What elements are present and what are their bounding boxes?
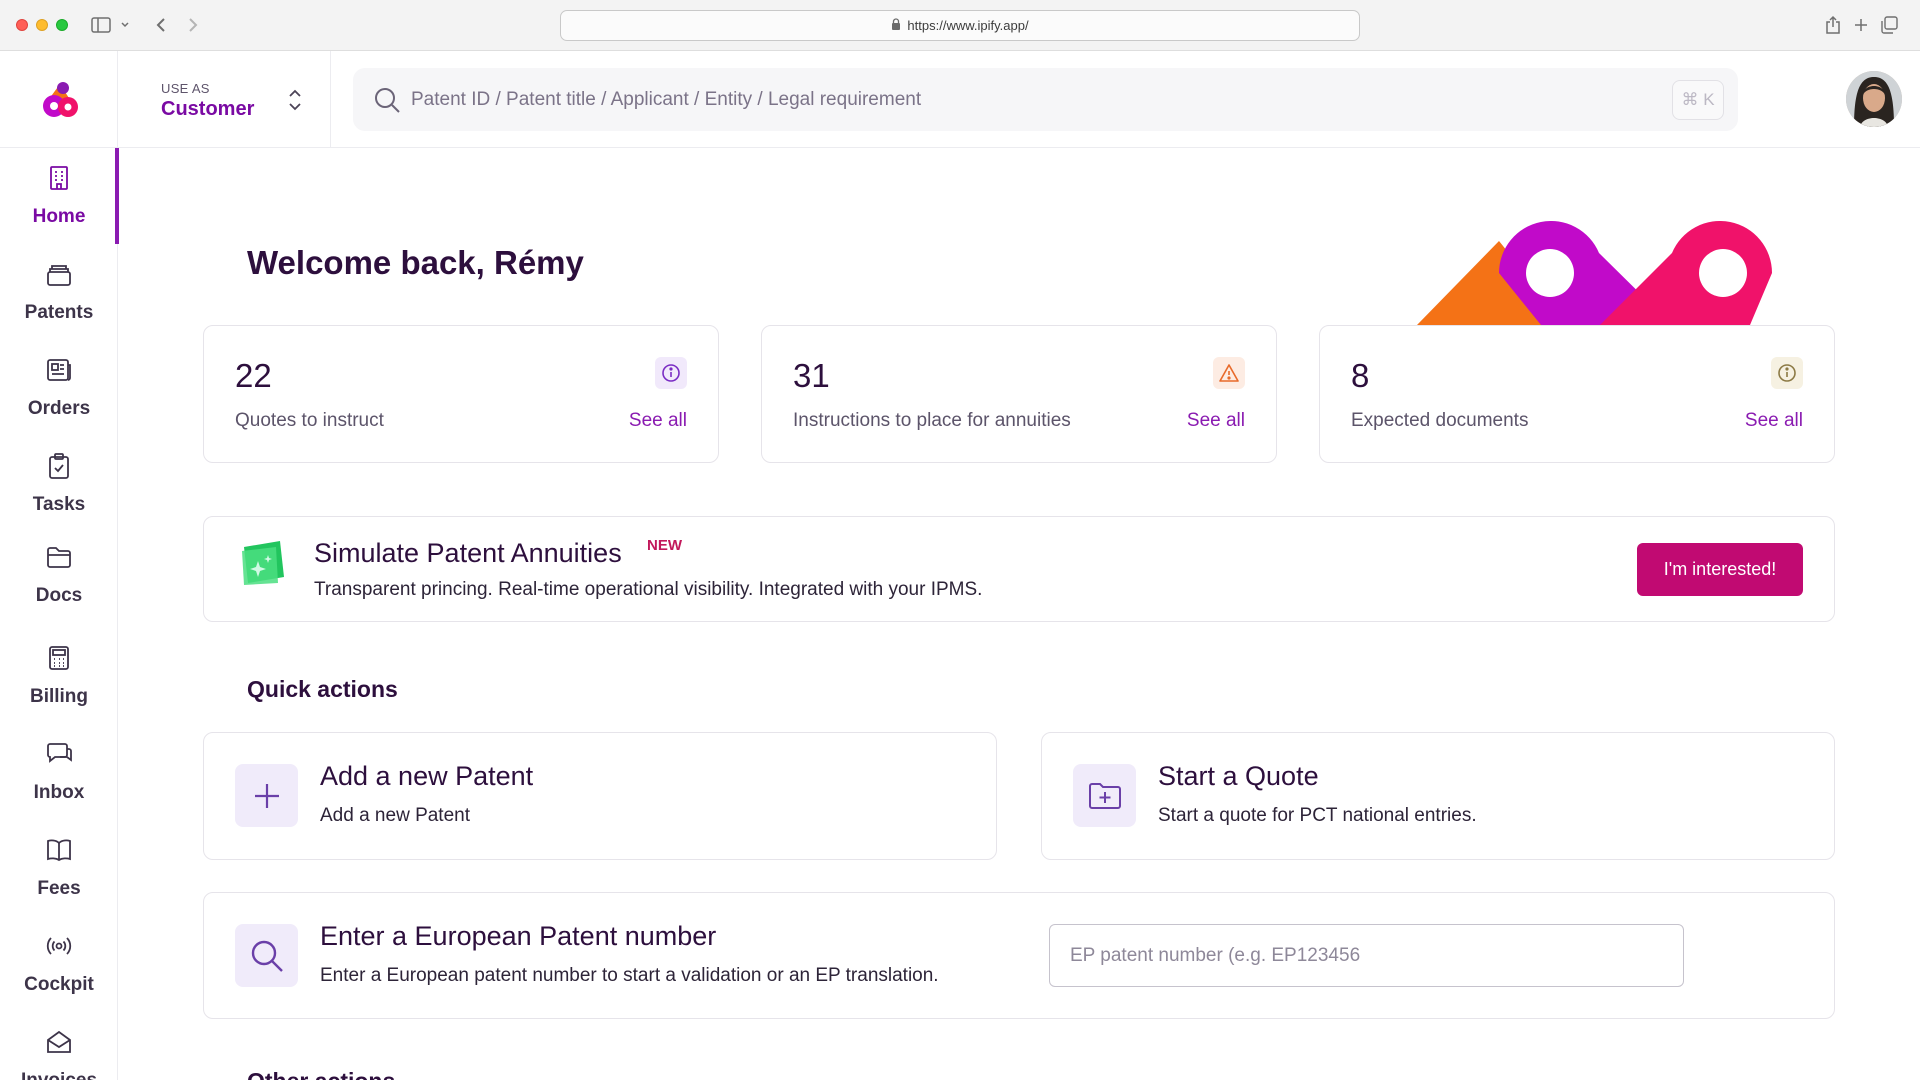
user-avatar-icon [1846, 71, 1902, 127]
promo-banner: Simulate Patent Annuities NEW Transparen… [203, 516, 1835, 622]
browser-chrome: https://www.ipify.app/ [0, 0, 1920, 51]
sidebar-item-label: Orders [27, 398, 91, 419]
brand-decoration [1417, 221, 1772, 325]
see-all-link[interactable]: See all [1187, 410, 1245, 432]
logo[interactable] [0, 51, 118, 148]
info-icon [1771, 357, 1803, 389]
start-quote-card[interactable]: Start a Quote Start a quote for PCT nati… [1041, 732, 1835, 860]
avatar[interactable] [1846, 71, 1902, 127]
sidebar-toggle-icon[interactable] [90, 14, 112, 36]
action-subtitle: Add a new Patent [320, 805, 470, 826]
sidebar-item-home[interactable]: Home [0, 148, 119, 244]
maximize-window-button[interactable] [56, 19, 68, 31]
sidebar-item-label: Fees [37, 878, 81, 899]
sidebar-item-invoices[interactable]: Invoices [0, 1012, 118, 1080]
use-as-value: Customer [161, 98, 255, 120]
broadcast-icon [45, 932, 73, 966]
stat-label: Expected documents [1351, 410, 1529, 431]
info-icon [655, 357, 687, 389]
brand-logo-icon [43, 82, 78, 117]
use-as-switcher[interactable]: USE AS Customer [118, 51, 331, 148]
mail-open-icon [45, 1028, 73, 1062]
close-window-button[interactable] [16, 19, 28, 31]
sidebar-item-label: Inbox [33, 782, 85, 803]
stat-card-annuities: 31 Instructions to place for annuities S… [761, 325, 1277, 463]
new-tab-icon[interactable] [1850, 14, 1872, 36]
building-icon [45, 164, 73, 198]
calculator-icon [45, 644, 73, 678]
back-icon[interactable] [150, 14, 172, 36]
see-all-link[interactable]: See all [629, 410, 687, 432]
european-patent-card: Enter a European Patent number Enter a E… [203, 892, 1835, 1019]
warning-icon [1213, 357, 1245, 389]
use-as-caption: USE AS [161, 81, 210, 96]
top-bar: USE AS Customer ⌘ K [118, 51, 1920, 148]
address-bar[interactable]: https://www.ipify.app/ [560, 10, 1360, 41]
sidebar-item-patents[interactable]: Patents [0, 244, 118, 340]
sidebar-item-tasks[interactable]: Tasks [0, 436, 118, 532]
stack-icon [45, 260, 73, 294]
sidebar-item-label: Cockpit [24, 974, 94, 995]
search-icon [373, 86, 401, 114]
add-patent-card[interactable]: Add a new Patent Add a new Patent [203, 732, 997, 860]
sparkle-card-icon [236, 537, 288, 589]
folder-icon [45, 543, 73, 577]
new-badge: NEW [647, 537, 682, 554]
search-input[interactable] [411, 68, 1411, 131]
sidebar-item-label: Docs [35, 585, 83, 606]
chevron-up-down-icon[interactable] [285, 87, 305, 113]
global-search[interactable]: ⌘ K [353, 68, 1738, 131]
search-icon [235, 924, 298, 987]
stat-value: 22 [235, 357, 272, 394]
sidebar-item-label: Patents [24, 302, 94, 323]
sidebar-item-cockpit[interactable]: Cockpit [0, 916, 118, 1012]
minimize-window-button[interactable] [36, 19, 48, 31]
promo-subtitle: Transparent princing. Real-time operatio… [314, 579, 983, 600]
chevron-down-icon[interactable] [118, 14, 132, 36]
other-actions-title: Other actions [247, 1068, 395, 1080]
page-title: Welcome back, Rémy [247, 244, 584, 281]
plus-icon [235, 764, 298, 827]
sidebar-item-fees[interactable]: Fees [0, 820, 118, 916]
sidebar-item-inbox[interactable]: Inbox [0, 724, 118, 820]
action-title: Enter a European Patent number [320, 921, 717, 951]
sidebar-item-docs[interactable]: Docs [0, 527, 118, 623]
stat-value: 8 [1351, 357, 1370, 394]
stat-label: Instructions to place for annuities [793, 410, 1071, 431]
newspaper-icon [45, 356, 73, 390]
ep-number-input[interactable] [1049, 924, 1684, 987]
action-title: Start a Quote [1158, 761, 1319, 791]
sidebar-item-label: Tasks [32, 494, 86, 515]
sidebar-item-label: Invoices [21, 1070, 97, 1080]
action-subtitle: Start a quote for PCT national entries. [1158, 805, 1477, 826]
clipboard-check-icon [45, 452, 73, 486]
sidebar-item-billing[interactable]: Billing [0, 628, 118, 724]
book-icon [45, 836, 73, 870]
quick-actions-title: Quick actions [247, 676, 398, 702]
stat-card-quotes: 22 Quotes to instruct See all [203, 325, 719, 463]
chat-icon [45, 740, 73, 774]
stat-label: Quotes to instruct [235, 410, 384, 431]
action-subtitle: Enter a European patent number to start … [320, 965, 939, 986]
folder-plus-icon [1073, 764, 1136, 827]
forward-icon[interactable] [182, 14, 204, 36]
sidebar: Home Patents Orders Tasks Docs Billing I… [0, 51, 119, 1080]
share-icon[interactable] [1822, 14, 1844, 36]
stat-value: 31 [793, 357, 830, 394]
sidebar-item-label: Billing [29, 686, 89, 707]
sidebar-item-orders[interactable]: Orders [0, 340, 118, 436]
stat-card-documents: 8 Expected documents See all [1319, 325, 1835, 463]
url-text: https://www.ipify.app/ [907, 18, 1029, 33]
see-all-link[interactable]: See all [1745, 410, 1803, 432]
keyboard-shortcut-hint: ⌘ K [1672, 80, 1724, 120]
main-content: Welcome back, Rémy 22 Quotes to instruct… [118, 148, 1920, 1080]
interested-button[interactable]: I'm interested! [1637, 543, 1803, 596]
action-title: Add a new Patent [320, 761, 534, 791]
sidebar-item-label: Home [32, 206, 86, 227]
promo-title: Simulate Patent Annuities [314, 538, 622, 568]
lock-icon [891, 18, 901, 33]
tab-overview-icon[interactable] [1878, 14, 1900, 36]
